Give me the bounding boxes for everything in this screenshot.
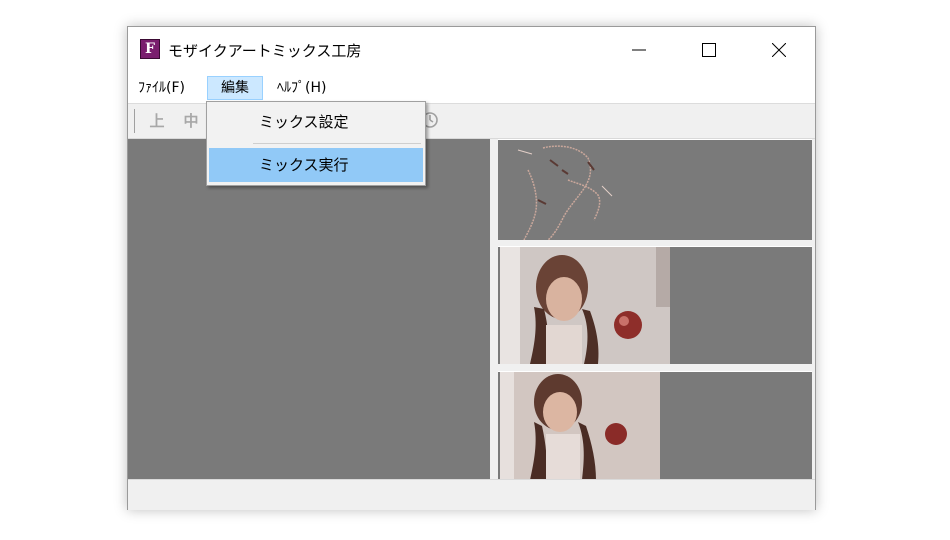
menu-help[interactable]: ﾍﾙﾌﾟ(H): [273, 76, 330, 100]
pane-splitter[interactable]: [490, 139, 498, 479]
menu-item-mix-run[interactable]: ミックス実行: [209, 148, 423, 182]
mosaic-image-2: [500, 247, 670, 364]
close-button[interactable]: [756, 27, 802, 73]
mosaic-thumbnail-3[interactable]: [498, 371, 812, 480]
main-image-pane: [128, 139, 490, 479]
minimize-icon: [632, 49, 646, 51]
window-title: モザイクアートミックス工房: [168, 42, 362, 60]
menu-item-mix-settings[interactable]: ミックス設定: [209, 105, 423, 139]
align-middle-button[interactable]: 中: [180, 110, 202, 132]
title-bar[interactable]: F モザイクアートミックス工房: [128, 27, 815, 73]
mosaic-image-3: [500, 372, 660, 480]
mosaic-thumbnail-2[interactable]: [498, 246, 812, 364]
app-icon[interactable]: F: [140, 39, 160, 59]
maximize-icon: [702, 43, 716, 57]
mosaic-image-1: [517, 145, 613, 240]
menu-edit[interactable]: 編集: [207, 76, 263, 100]
close-icon: [772, 43, 786, 57]
app-window: F モザイクアートミックス工房 ﾌｧｲﾙ(F) 編集 ﾍﾙﾌﾟ(H) 上 中: [127, 26, 816, 510]
toolbar-grip[interactable]: [134, 109, 135, 133]
mosaic-thumbnail-1[interactable]: [498, 139, 812, 240]
align-top-button[interactable]: 上: [146, 110, 168, 132]
maximize-button[interactable]: [686, 27, 732, 73]
edit-dropdown-menu: ミックス設定 ミックス実行: [206, 101, 426, 186]
menu-separator: [253, 143, 421, 144]
minimize-button[interactable]: [616, 27, 662, 73]
status-bar: [128, 479, 815, 510]
menu-file[interactable]: ﾌｧｲﾙ(F): [134, 76, 189, 100]
menu-bar: ﾌｧｲﾙ(F) 編集 ﾍﾙﾌﾟ(H): [128, 73, 815, 104]
